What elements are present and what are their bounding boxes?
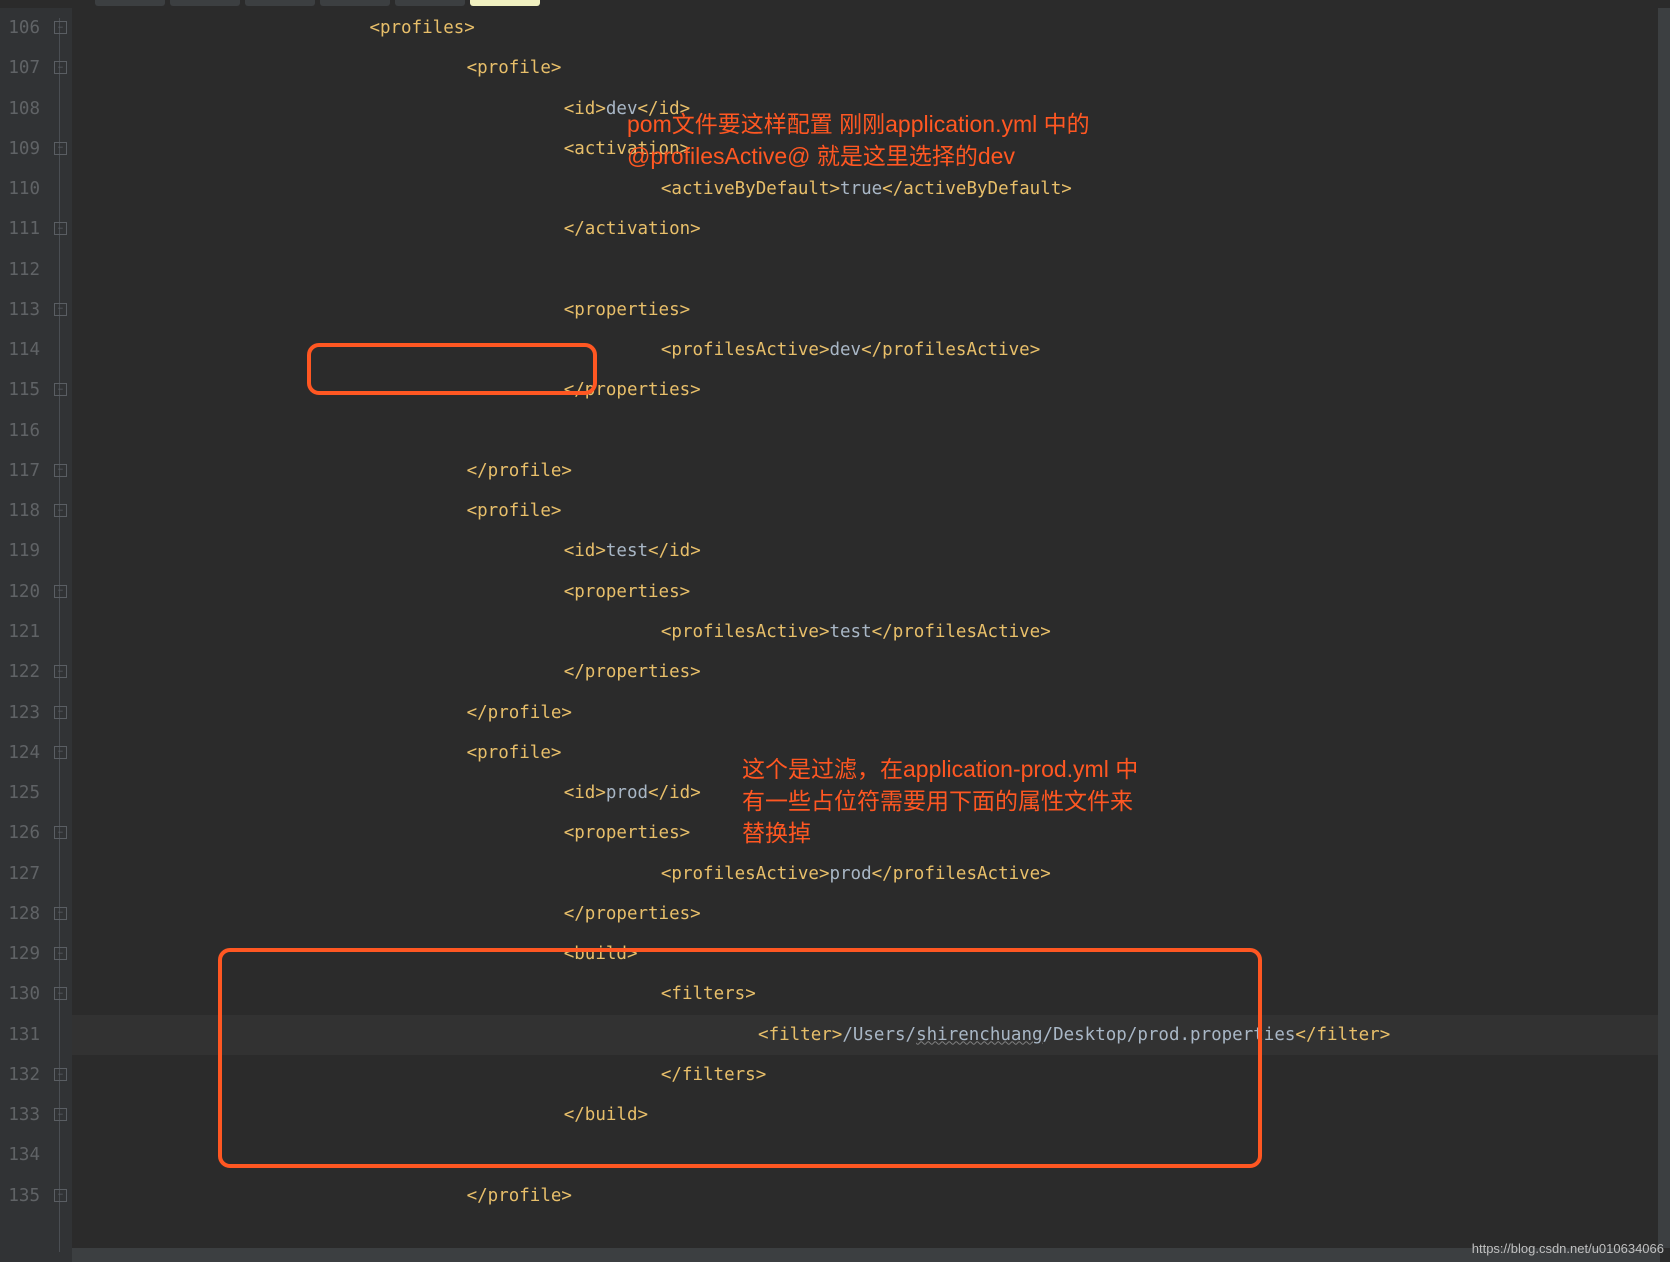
code-content[interactable]: <profiles> <profile> <id>dev</id> <activ…: [72, 8, 1670, 1262]
code-line[interactable]: </properties>: [72, 894, 1670, 934]
line-number: 107: [0, 48, 40, 88]
code-line[interactable]: </activation>: [72, 209, 1670, 249]
fold-marker[interactable]: −: [54, 907, 67, 920]
code-line[interactable]: <profilesActive>test</profilesActive>: [72, 612, 1670, 652]
line-number: 114: [0, 330, 40, 370]
tab-0[interactable]: [95, 0, 165, 6]
fold-marker[interactable]: −: [54, 746, 67, 759]
line-number-gutter: 1061071081091101111121131141151161171181…: [0, 8, 52, 1262]
code-line[interactable]: [72, 1135, 1670, 1175]
fold-marker[interactable]: −: [54, 21, 67, 34]
line-number: 116: [0, 411, 40, 451]
tab-5-active[interactable]: [470, 0, 540, 6]
line-number: 122: [0, 652, 40, 692]
code-line[interactable]: <profiles>: [72, 8, 1670, 48]
line-number: 128: [0, 894, 40, 934]
code-line[interactable]: <id>test</id>: [72, 531, 1670, 571]
fold-marker[interactable]: −: [54, 222, 67, 235]
code-line[interactable]: <profile>: [72, 491, 1670, 531]
code-line[interactable]: <properties>: [72, 813, 1670, 853]
fold-marker[interactable]: −: [54, 383, 67, 396]
watermark: https://blog.csdn.net/u010634066: [1472, 1241, 1664, 1256]
tab-4[interactable]: [395, 0, 465, 6]
code-line[interactable]: </properties>: [72, 652, 1670, 692]
code-line[interactable]: <filter>/Users/shirenchuang/Desktop/prod…: [72, 1015, 1670, 1055]
line-number: 127: [0, 854, 40, 894]
line-number: 126: [0, 813, 40, 853]
line-number: 111: [0, 209, 40, 249]
code-line[interactable]: [72, 250, 1670, 290]
tab-3[interactable]: [320, 0, 390, 6]
line-number: 117: [0, 451, 40, 491]
line-number: 130: [0, 974, 40, 1014]
line-number: 115: [0, 370, 40, 410]
code-line[interactable]: <profile>: [72, 733, 1670, 773]
horizontal-scrollbar[interactable]: [72, 1248, 1660, 1262]
fold-marker[interactable]: −: [54, 464, 67, 477]
fold-marker[interactable]: −: [54, 1108, 67, 1121]
line-number: 133: [0, 1095, 40, 1135]
code-line[interactable]: <activeByDefault>true</activeByDefault>: [72, 169, 1670, 209]
code-line[interactable]: <filters>: [72, 974, 1670, 1014]
code-line[interactable]: <properties>: [72, 572, 1670, 612]
line-number: 109: [0, 129, 40, 169]
line-number: 119: [0, 531, 40, 571]
line-number: 112: [0, 250, 40, 290]
fold-marker[interactable]: −: [54, 826, 67, 839]
line-number: 124: [0, 733, 40, 773]
code-line[interactable]: </profile>: [72, 693, 1670, 733]
code-line[interactable]: </profile>: [72, 1176, 1670, 1216]
fold-marker[interactable]: −: [54, 987, 67, 1000]
code-line[interactable]: </filters>: [72, 1055, 1670, 1095]
code-line[interactable]: </profile>: [72, 451, 1670, 491]
fold-marker[interactable]: −: [54, 706, 67, 719]
line-number: 106: [0, 8, 40, 48]
code-line[interactable]: <id>dev</id>: [72, 89, 1670, 129]
line-number: 120: [0, 572, 40, 612]
line-number: 123: [0, 693, 40, 733]
line-number: 113: [0, 290, 40, 330]
editor-area: 1061071081091101111121131141151161171181…: [0, 8, 1670, 1262]
line-number: 121: [0, 612, 40, 652]
line-number: 125: [0, 773, 40, 813]
line-number: 110: [0, 169, 40, 209]
fold-marker[interactable]: −: [54, 61, 67, 74]
fold-marker[interactable]: −: [54, 947, 67, 960]
tab-2[interactable]: [245, 0, 315, 6]
code-line[interactable]: </build>: [72, 1095, 1670, 1135]
code-line[interactable]: <properties>: [72, 290, 1670, 330]
line-number: 131: [0, 1015, 40, 1055]
fold-marker[interactable]: −: [54, 1189, 67, 1202]
code-line[interactable]: <profile>: [72, 48, 1670, 88]
code-line[interactable]: <profilesActive>prod</profilesActive>: [72, 854, 1670, 894]
line-number: 129: [0, 934, 40, 974]
line-number: 118: [0, 491, 40, 531]
code-line[interactable]: <profilesActive>dev</profilesActive>: [72, 330, 1670, 370]
fold-marker[interactable]: −: [54, 303, 67, 316]
vertical-scrollbar[interactable]: [1658, 8, 1670, 1248]
tab-1[interactable]: [170, 0, 240, 6]
fold-marker[interactable]: −: [54, 504, 67, 517]
fold-marker[interactable]: −: [54, 665, 67, 678]
fold-marker[interactable]: −: [54, 1068, 67, 1081]
fold-marker[interactable]: −: [54, 142, 67, 155]
editor-tabs: [0, 0, 1670, 8]
code-line[interactable]: <id>prod</id>: [72, 773, 1670, 813]
code-line[interactable]: <build>: [72, 934, 1670, 974]
code-line[interactable]: </properties>: [72, 370, 1670, 410]
line-number: 134: [0, 1135, 40, 1175]
fold-marker[interactable]: −: [54, 585, 67, 598]
code-line[interactable]: [72, 411, 1670, 451]
line-number: 108: [0, 89, 40, 129]
line-number: 132: [0, 1055, 40, 1095]
code-line[interactable]: <activation>: [72, 129, 1670, 169]
fold-gutter: − − − − − − − − − − − − − − − − − − −: [52, 8, 72, 1262]
line-number: 135: [0, 1176, 40, 1216]
